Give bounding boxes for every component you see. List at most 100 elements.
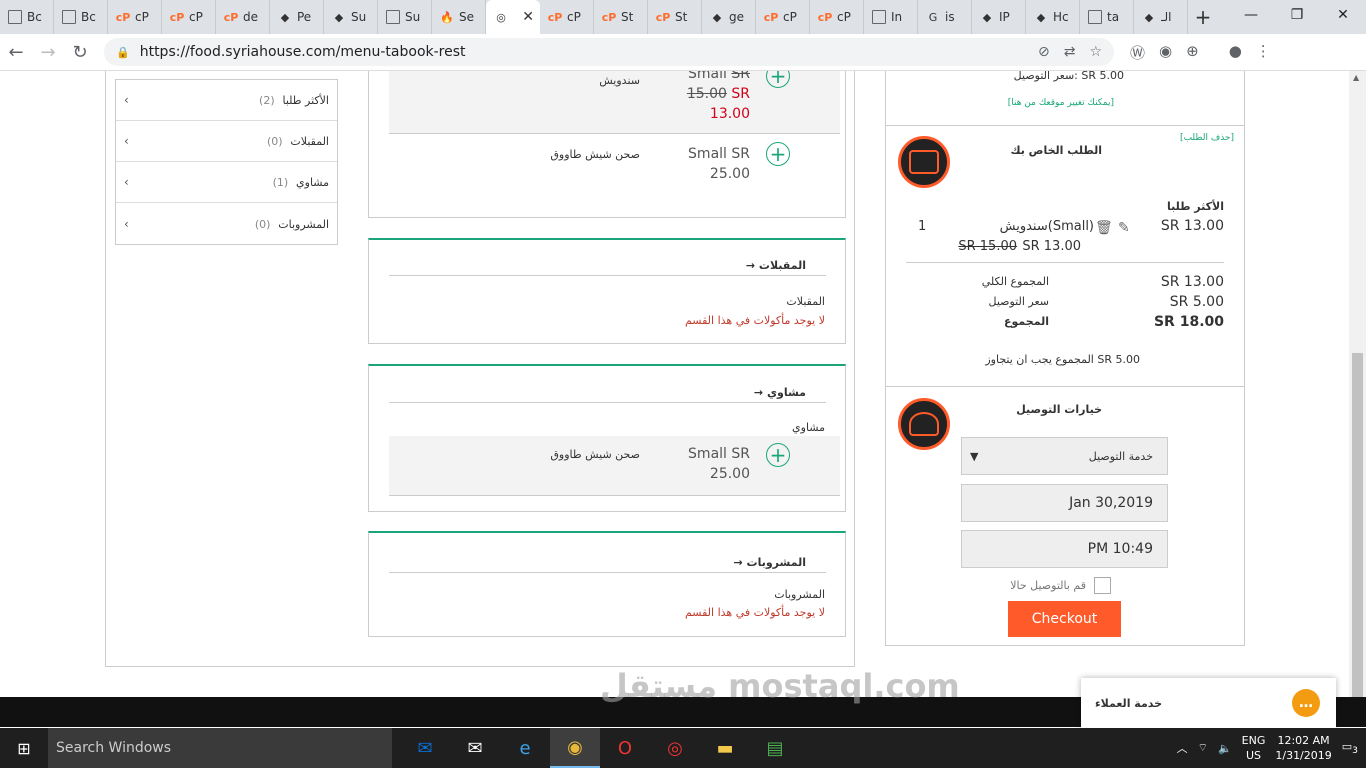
- browser-tab[interactable]: ◆ Hc: [1026, 0, 1080, 34]
- scroll-up-icon[interactable]: ▲: [1353, 73, 1359, 82]
- tab-title: cP: [135, 10, 149, 24]
- extension-icon[interactable]: ◉: [1159, 42, 1172, 63]
- category-count: (1): [272, 176, 289, 189]
- category-name: مشاوي: [296, 176, 329, 189]
- category-count: (0): [254, 217, 271, 231]
- menu-section-appetizers: → المقبلات المقبلات لا يوجد مأكولات في ه…: [368, 238, 846, 344]
- browser-tab[interactable]: cP cP: [540, 0, 594, 34]
- windows-start-icon[interactable]: ⊞: [0, 728, 48, 768]
- browser-tab[interactable]: Gis: [918, 0, 972, 34]
- fire-icon: 🔥: [440, 10, 454, 24]
- maximize-icon[interactable]: ❐: [1274, 0, 1320, 30]
- browser-tab[interactable]: ◆ Pe: [270, 0, 324, 34]
- tab-title: is: [945, 10, 955, 24]
- network-icon[interactable]: ⌔: [1198, 741, 1208, 755]
- category-item[interactable]: المقبلات (0) ›: [116, 121, 337, 162]
- browser-tab[interactable]: ◆ Su: [324, 0, 378, 34]
- app-flag-icon[interactable]: ▤: [750, 728, 800, 768]
- browser-tab[interactable]: ◆ IP: [972, 0, 1026, 34]
- outlook-icon[interactable]: ✉: [400, 728, 450, 768]
- delivery-time-input[interactable]: PM 10:49: [961, 530, 1168, 568]
- edit-icon[interactable]: ✎: [1118, 220, 1130, 236]
- browser-tab[interactable]: ◆ ge: [702, 0, 756, 34]
- browser-tab[interactable]: Su: [378, 0, 432, 34]
- category-count: (0): [267, 135, 283, 148]
- cpanel-icon: cP: [655, 10, 671, 24]
- category-item[interactable]: مشاوي (1) ›: [116, 162, 337, 203]
- browser-tab[interactable]: cP de: [216, 0, 270, 34]
- cpanel-icon: cP: [547, 10, 563, 24]
- browser-tab[interactable]: ta: [1080, 0, 1134, 34]
- volume-icon[interactable]: 🔈: [1218, 742, 1232, 755]
- line-name: سندويش(Small): [999, 219, 1094, 234]
- new-tab-icon[interactable]: +: [1188, 5, 1218, 29]
- tray-chevron-icon[interactable]: ︿: [1177, 740, 1188, 756]
- browser-tab[interactable]: cP cP: [162, 0, 216, 34]
- change-location-link[interactable]: [يمكنك تغيير موقعك من هنا]: [1008, 98, 1114, 108]
- extension-icon-2[interactable]: ⊕: [1186, 42, 1199, 63]
- browser-tab[interactable]: cP cP: [810, 0, 864, 34]
- edge-icon[interactable]: e: [500, 728, 550, 768]
- browser-tab[interactable]: cP St: [594, 0, 648, 34]
- bookmark-star-icon[interactable]: ☆: [1089, 44, 1102, 60]
- menu-section-grill: → مشاوي مشاوي صحن شيش طاووق Small SR 25.…: [368, 364, 846, 512]
- item-price: Small SR 25.00: [688, 146, 750, 182]
- tab-title: Bc: [27, 10, 42, 24]
- trash-icon[interactable]: 🗑: [1095, 220, 1113, 236]
- delivery-service-select[interactable]: ▼ خدمة التوصيل: [961, 437, 1168, 475]
- browser-tab[interactable]: 🔥 Se: [432, 0, 486, 34]
- notification-icon[interactable]: ▭3: [1342, 740, 1358, 756]
- favicon-icon: ◎: [496, 10, 506, 24]
- close-window-icon[interactable]: ✕: [1320, 0, 1366, 30]
- translate-icon[interactable]: ⇄: [1064, 44, 1076, 60]
- forward-icon[interactable]: →: [32, 42, 64, 63]
- app-icon[interactable]: ◎: [650, 728, 700, 768]
- reload-icon[interactable]: ↻: [64, 42, 96, 63]
- language-indicator[interactable]: ENG US: [1242, 733, 1266, 763]
- add-item-button[interactable]: +: [766, 71, 790, 88]
- chrome-icon[interactable]: ◉: [550, 728, 600, 768]
- favicon-icon: ◆: [712, 10, 722, 24]
- browser-tab[interactable]: ◎ ✕: [486, 0, 540, 34]
- browser-tab[interactable]: In: [864, 0, 918, 34]
- minimize-icon[interactable]: —: [1228, 0, 1274, 30]
- category-count: (2): [259, 94, 275, 107]
- back-icon[interactable]: ←: [0, 42, 32, 63]
- category-item[interactable]: المشروبات (0) ›: [116, 203, 337, 244]
- document-icon: [1088, 10, 1102, 24]
- delivery-date-input[interactable]: Jan 30,2019: [961, 484, 1168, 522]
- chat-icon[interactable]: …: [1292, 689, 1320, 717]
- opera-icon[interactable]: O: [600, 728, 650, 768]
- profile-icon[interactable]: ●: [1229, 42, 1242, 63]
- file-explorer-icon[interactable]: ▬: [700, 728, 750, 768]
- mail-icon[interactable]: ✉: [450, 728, 500, 768]
- browser-tab[interactable]: Bc: [0, 0, 54, 34]
- tab-title: St: [675, 10, 688, 24]
- wordpress-extension-icon[interactable]: Ⓦ: [1130, 42, 1145, 63]
- browser-tab[interactable]: cP cP: [108, 0, 162, 34]
- browser-tab[interactable]: cP St: [648, 0, 702, 34]
- browser-tab[interactable]: ◆ الـ: [1134, 0, 1188, 34]
- checkout-button[interactable]: Checkout: [1008, 601, 1121, 637]
- add-item-button[interactable]: +: [766, 443, 790, 467]
- add-item-button[interactable]: +: [766, 142, 790, 166]
- scroll-thumb[interactable]: [1352, 353, 1363, 697]
- page-scrollbar[interactable]: ▲: [1349, 71, 1366, 697]
- order-title: الطلب الخاص بك: [1010, 144, 1102, 157]
- browser-tab[interactable]: Bc: [54, 0, 108, 34]
- menu-dots-icon[interactable]: ⋮: [1256, 42, 1271, 63]
- menu-section-drinks: → المشروبات المشروبات لا يوجد مأكولات في…: [368, 531, 846, 637]
- clear-order-link[interactable]: [حذف الطلب]: [1180, 133, 1234, 143]
- category-item[interactable]: الأكثر طلبا (2) ›: [116, 80, 337, 121]
- favicon-icon: ◆: [982, 10, 992, 24]
- cookie-blocked-icon[interactable]: ⊘: [1038, 44, 1050, 60]
- browser-tab[interactable]: cP cP: [756, 0, 810, 34]
- customer-support-widget[interactable]: خدمة العملاء …: [1081, 678, 1336, 728]
- cpanel-icon: cP: [169, 10, 185, 24]
- deliver-now-checkbox[interactable]: [1094, 577, 1111, 594]
- url-input[interactable]: 🔒 https://food.syriahouse.com/menu-taboo…: [104, 38, 1114, 66]
- taskbar-search-input[interactable]: Search Windows: [48, 728, 392, 768]
- close-tab-icon[interactable]: ✕: [522, 9, 534, 25]
- tab-title: cP: [783, 10, 797, 24]
- clock[interactable]: 12:02 AM 1/31/2019: [1275, 733, 1331, 763]
